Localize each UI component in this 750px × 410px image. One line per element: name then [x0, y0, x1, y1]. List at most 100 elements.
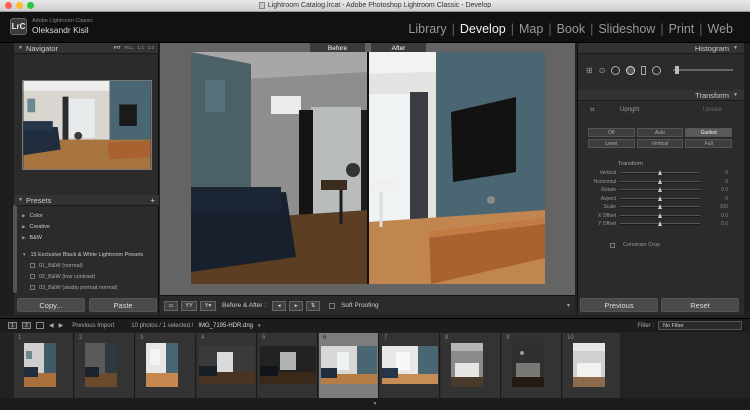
- module-print[interactable]: Print: [664, 22, 700, 36]
- secondary-window-button[interactable]: 2: [22, 322, 31, 329]
- filmstrip-cell[interactable]: 4: [197, 333, 257, 398]
- filmstrip-cell[interactable]: 5: [258, 333, 318, 398]
- upright-off-button[interactable]: Off: [588, 128, 635, 137]
- left-panel-edge[interactable]: [0, 43, 14, 315]
- slider-thumb[interactable]: [658, 204, 662, 210]
- copy-before-to-after-icon[interactable]: ◂: [272, 300, 287, 311]
- radial-filter-icon[interactable]: [652, 65, 662, 75]
- filmstrip-cell[interactable]: 3: [136, 333, 196, 398]
- red-eye-icon[interactable]: [611, 65, 621, 75]
- module-web[interactable]: Web: [703, 22, 738, 36]
- filmstrip-cell[interactable]: 1: [14, 333, 74, 398]
- slider-thumb[interactable]: [658, 170, 662, 176]
- presets-scrollbar[interactable]: [13, 205, 17, 293]
- update-button[interactable]: Update: [703, 107, 722, 113]
- navigator-preview[interactable]: [22, 80, 152, 170]
- graduated-filter-icon[interactable]: [641, 65, 647, 75]
- module-map[interactable]: Map: [514, 22, 548, 36]
- loupe-view-icon[interactable]: ▭: [164, 300, 178, 311]
- forward-arrow-icon[interactable]: ▶: [59, 322, 64, 329]
- zoom-1-1[interactable]: 1:1: [137, 45, 143, 50]
- before-after-mode-icon[interactable]: Y▾: [200, 300, 216, 311]
- slider-thumb[interactable]: [658, 221, 662, 227]
- copy-after-to-before-icon[interactable]: ▸: [289, 300, 304, 311]
- navigator-header[interactable]: ▼ Navigator FIT FILL 1:1 1:3: [14, 43, 158, 54]
- slider-scale[interactable]: Scale 100: [586, 203, 738, 212]
- module-book[interactable]: Book: [552, 22, 591, 36]
- compare-view-icon[interactable]: YY: [181, 300, 197, 311]
- upright-full-button[interactable]: Full: [685, 139, 732, 148]
- module-library[interactable]: Library: [403, 22, 451, 36]
- filmstrip-cell[interactable]: 2: [75, 333, 135, 398]
- brush-size-slider[interactable]: [673, 66, 734, 74]
- previous-button[interactable]: Previous: [580, 298, 658, 312]
- selected-filename[interactable]: IMG_7195-HDR.dng: [198, 323, 253, 329]
- slider-value[interactable]: 0.0: [700, 187, 728, 193]
- slider-thumb[interactable]: [658, 212, 662, 218]
- close-window-button[interactable]: [5, 2, 12, 9]
- reset-button[interactable]: Reset: [661, 298, 739, 312]
- upright-vertical-button[interactable]: Vertical: [636, 139, 684, 148]
- slider-value[interactable]: 0: [700, 179, 728, 185]
- slider-rotate[interactable]: Rotate 0.0: [586, 186, 738, 195]
- upright-auto-button[interactable]: Auto: [636, 128, 684, 137]
- filter-select[interactable]: No Filter: [658, 321, 742, 330]
- preset-item[interactable]: 03_B&W (studio portrait normal): [22, 282, 155, 293]
- preset-group-creative[interactable]: ▶ Creative: [22, 221, 155, 232]
- swap-before-after-icon[interactable]: ⇅: [306, 300, 321, 311]
- filename-dropdown-icon[interactable]: ▾: [258, 323, 261, 329]
- spot-removal-icon[interactable]: ⊙: [599, 66, 606, 75]
- paste-button[interactable]: Paste: [89, 298, 157, 312]
- filmstrip-cell[interactable]: 9: [502, 333, 562, 398]
- slider-thumb[interactable]: [658, 187, 662, 193]
- copy-button[interactable]: Copy...: [17, 298, 85, 312]
- slider-thumb[interactable]: [658, 195, 662, 201]
- crop-tool-icon[interactable]: ⊞: [586, 66, 593, 75]
- toolbar-menu-icon[interactable]: ▼: [566, 303, 571, 309]
- zoom-fill[interactable]: FILL: [124, 45, 133, 50]
- slider-aspect[interactable]: Aspect 0: [586, 195, 738, 204]
- slider-track[interactable]: [620, 178, 700, 184]
- before-after-photo[interactable]: [191, 52, 545, 284]
- filmstrip-source[interactable]: Previous Import: [72, 323, 114, 329]
- upright-guided-button[interactable]: Guided: [685, 128, 732, 137]
- bottom-panel-toggle[interactable]: ▼: [0, 398, 750, 410]
- slider-vertical[interactable]: Vertical 0: [586, 169, 738, 178]
- right-panel-edge[interactable]: [744, 43, 750, 315]
- preset-group-bw[interactable]: ▶ B&W: [22, 232, 155, 243]
- slider-value[interactable]: 0: [700, 196, 728, 202]
- slider-track[interactable]: [620, 195, 700, 201]
- preset-group-exclusive[interactable]: ▼ 15 Exclusive Black & White Lightroom Pr…: [22, 249, 155, 260]
- slider-horizontal[interactable]: Horizontal 0: [586, 178, 738, 187]
- slider-value[interactable]: 0.0: [700, 213, 728, 219]
- slider-y-offset[interactable]: Y Offset 0.0: [586, 220, 738, 229]
- mask-tool-icon[interactable]: [626, 65, 636, 75]
- primary-window-button[interactable]: 1: [8, 322, 17, 329]
- zoom-fit[interactable]: FIT: [114, 45, 121, 50]
- add-preset-icon[interactable]: +: [150, 196, 155, 205]
- grid-view-icon[interactable]: [36, 322, 44, 329]
- slider-track[interactable]: [620, 204, 700, 210]
- upright-level-button[interactable]: Level: [588, 139, 635, 148]
- slider-value[interactable]: 0.0: [700, 221, 728, 227]
- filmstrip-cell[interactable]: 10: [563, 333, 623, 398]
- filmstrip-cell[interactable]: 8: [441, 333, 501, 398]
- preset-item[interactable]: 02_B&W (low contrast): [22, 271, 155, 282]
- histogram-header[interactable]: Histogram ▼: [578, 43, 744, 54]
- preset-group-color[interactable]: ▶ Color: [22, 210, 155, 221]
- preset-item[interactable]: 01_B&W (normal): [22, 260, 155, 271]
- soft-proofing-checkbox[interactable]: [329, 302, 336, 309]
- slider-thumb[interactable]: [658, 178, 662, 184]
- module-slideshow[interactable]: Slideshow: [593, 22, 660, 36]
- transform-header[interactable]: Transform ▼: [578, 90, 744, 101]
- constrain-crop-row[interactable]: Constrain Crop: [610, 242, 660, 248]
- slider-value[interactable]: 0: [700, 170, 728, 176]
- filmstrip-cell[interactable]: 7: [380, 333, 440, 398]
- zoom-1-3[interactable]: 1:3: [148, 45, 154, 50]
- slider-track[interactable]: [620, 221, 700, 227]
- back-arrow-icon[interactable]: ◀: [49, 322, 54, 329]
- guided-tool-icon[interactable]: ⌗: [590, 105, 595, 115]
- minimize-window-button[interactable]: [16, 2, 23, 9]
- slider-track[interactable]: [620, 187, 700, 193]
- filmstrip-cell-selected[interactable]: 6: [319, 333, 379, 398]
